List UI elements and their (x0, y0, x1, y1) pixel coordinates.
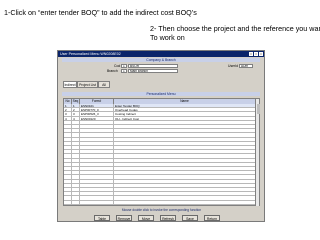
cell-form (80, 200, 114, 205)
window-title: User Personalized Menu WN0208E02 (60, 52, 121, 56)
tab-all[interactable]: All (98, 81, 110, 88)
cell-seq (72, 200, 80, 205)
userid-field[interactable]: ADm (239, 64, 253, 68)
table-button[interactable]: Table (94, 215, 110, 221)
company-branch-header: Company & Branch (62, 58, 260, 62)
double-click-hint: Mouse double click to invoke the corresp… (121, 208, 202, 212)
close-icon[interactable] (259, 52, 263, 56)
branch-code-field[interactable]: 1 (121, 69, 127, 73)
instruction-note-2-continued: To work on (150, 33, 185, 42)
window-titlebar: User Personalized Menu WN0208E02 (58, 51, 264, 57)
company-name-field[interactable]: BSQR (128, 64, 178, 68)
personalized-menu-header: Personalized Menu (62, 92, 260, 96)
table-scrollbar[interactable] (255, 99, 260, 206)
branch-name-field[interactable]: Main Branch (128, 69, 178, 73)
maximize-icon[interactable] (254, 52, 258, 56)
instruction-note-1: 1-Click on “enter tender BOQ” to add the… (4, 8, 197, 17)
cell-name (114, 200, 256, 205)
minimize-icon[interactable] (249, 52, 253, 56)
userid-label: UserId (228, 64, 238, 68)
scrollbar-thumb[interactable] (256, 104, 260, 114)
personalized-menu-table: No Seq Form# Name 1 1 ESN0101 Enter Tender … (63, 98, 260, 206)
tab-project-list[interactable]: Project List (77, 81, 98, 88)
refresh-button[interactable]: Refresh (160, 215, 176, 221)
move-button[interactable]: Move (138, 215, 154, 221)
cod-label: Cod (114, 64, 121, 68)
return-button[interactable]: Return (204, 215, 220, 221)
cell-no (64, 200, 72, 205)
tab-indirect[interactable]: Indirect (63, 81, 77, 88)
personalized-menu-window: User Personalized Menu WN0208E02 Company… (57, 50, 265, 222)
table-row[interactable] (64, 200, 256, 205)
save-button[interactable]: Save (182, 215, 198, 221)
company-code-field[interactable]: 1 (121, 64, 127, 68)
remove-button[interactable]: Remove (116, 215, 132, 221)
branch-label: Branch (107, 69, 118, 73)
